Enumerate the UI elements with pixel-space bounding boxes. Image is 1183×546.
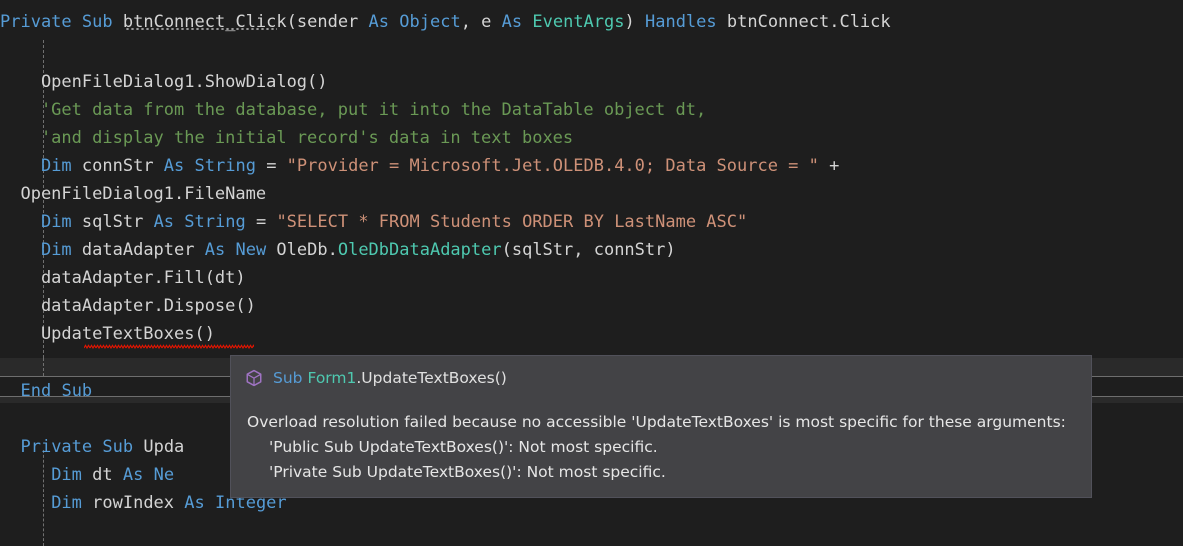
indent-guide-gap	[43, 358, 44, 376]
code-token: As	[204, 240, 226, 260]
code-token: As	[501, 12, 523, 32]
code-token: OleDb.	[266, 240, 338, 260]
tooltip-body: Overload resolution failed because no ac…	[231, 388, 1091, 485]
code-token: String	[194, 156, 256, 176]
code-token: As	[163, 156, 185, 176]
code-token: rowIndex	[81, 493, 185, 513]
code-token: Dim	[51, 493, 82, 513]
code-token: End	[20, 381, 52, 401]
line-dispose[interactable]: dataAdapter.Dispose()	[0, 292, 1183, 320]
line-updatetextboxes[interactable]: UpdateTextBoxes()	[0, 320, 1183, 348]
code-token: )	[624, 12, 645, 32]
code-token: (sender	[286, 12, 369, 32]
code-token: dataAdapter.Dispose()	[0, 296, 256, 316]
code-token: , e	[460, 12, 502, 32]
code-token: Dim	[40, 156, 72, 176]
code-token: New	[235, 240, 267, 260]
code-token: =	[255, 156, 287, 176]
line-dataadapter[interactable]: Dim dataAdapter As New OleDb.OleDbDataAd…	[0, 236, 1183, 264]
code-token: =	[245, 212, 277, 232]
tooltip-body-line: 'Public Sub UpdateTextBoxes()': Not most…	[269, 438, 658, 456]
tooltip-body-line: Overload resolution failed because no ac…	[247, 413, 1066, 431]
code-token: 'Get data from the database, put it into…	[0, 100, 707, 120]
code-token: +	[818, 156, 840, 176]
code-token: EventArgs	[532, 12, 625, 32]
code-token: btnConnect.Click	[716, 12, 891, 32]
code-token: OpenFileDialog1.FileName	[0, 184, 267, 204]
code-editor[interactable]: Private Sub btnConnect_Click(sender As O…	[0, 0, 1183, 546]
code-token: String	[184, 212, 246, 232]
code-token: Sub	[61, 381, 93, 401]
code-token: UpdateTextBoxes()	[0, 324, 215, 344]
code-token: Private	[0, 12, 72, 32]
code-token: As	[153, 212, 175, 232]
code-token: dataAdapter	[71, 240, 205, 260]
code-token: btnConnect_Click	[122, 12, 287, 32]
code-token: OpenFileDialog1.ShowDialog()	[0, 72, 328, 92]
line-sqlstr[interactable]: Dim sqlStr As String = "SELECT * FROM St…	[0, 208, 1183, 236]
code-token: Dim	[51, 465, 82, 485]
line-comment-1[interactable]: 'Get data from the database, put it into…	[0, 96, 1183, 124]
tooltip-header-type: Form1	[307, 369, 357, 387]
code-token: 'and display the initial record's data i…	[0, 128, 574, 148]
code-token: Upda	[133, 437, 185, 457]
code-token: Dim	[40, 212, 72, 232]
code-token: As	[368, 12, 390, 32]
code-token: connStr	[71, 156, 164, 176]
tooltip-header-keyword: Sub	[273, 369, 303, 387]
code-token: "SELECT * FROM Students ORDER BY LastNam…	[276, 212, 748, 232]
tooltip-header: Sub Form1 .UpdateTextBoxes()	[231, 356, 1091, 388]
code-token: dt	[81, 465, 123, 485]
tooltip-header-member: .UpdateTextBoxes()	[356, 369, 507, 387]
code-token: Sub	[102, 437, 134, 457]
code-token: sqlStr	[71, 212, 154, 232]
line-connstr-wrap[interactable]: OpenFileDialog1.FileName	[0, 180, 1183, 208]
code-token: Object	[399, 12, 461, 32]
code-token: OleDbDataAdapter	[337, 240, 502, 260]
code-token: Sub	[81, 12, 113, 32]
code-token: "Provider = Microsoft.Jet.OLEDB.4.0; Dat…	[286, 156, 819, 176]
code-token: Dim	[40, 240, 72, 260]
code-token: As	[184, 493, 205, 513]
line-connstr[interactable]: Dim connStr As String = "Provider = Micr…	[0, 152, 1183, 180]
tooltip-body-line: 'Private Sub UpdateTextBoxes()': Not mos…	[269, 463, 666, 481]
code-token: (sqlStr, connStr)	[501, 240, 676, 260]
line-showdialog[interactable]: OpenFileDialog1.ShowDialog()	[0, 68, 1183, 96]
code-token: dataAdapter.Fill(dt)	[0, 268, 246, 288]
line-comment-2[interactable]: 'and display the initial record's data i…	[0, 124, 1183, 152]
line-fill[interactable]: dataAdapter.Fill(dt)	[0, 264, 1183, 292]
quick-info-tooltip: Sub Form1 .UpdateTextBoxes() Overload re…	[230, 355, 1092, 498]
code-token: Private	[20, 437, 93, 457]
code-token: Handles	[644, 12, 717, 32]
method-cube-icon	[246, 369, 262, 387]
code-token: As	[122, 465, 144, 485]
line-signature[interactable]: Private Sub btnConnect_Click(sender As O…	[0, 8, 1183, 36]
code-token: Ne	[153, 465, 175, 485]
